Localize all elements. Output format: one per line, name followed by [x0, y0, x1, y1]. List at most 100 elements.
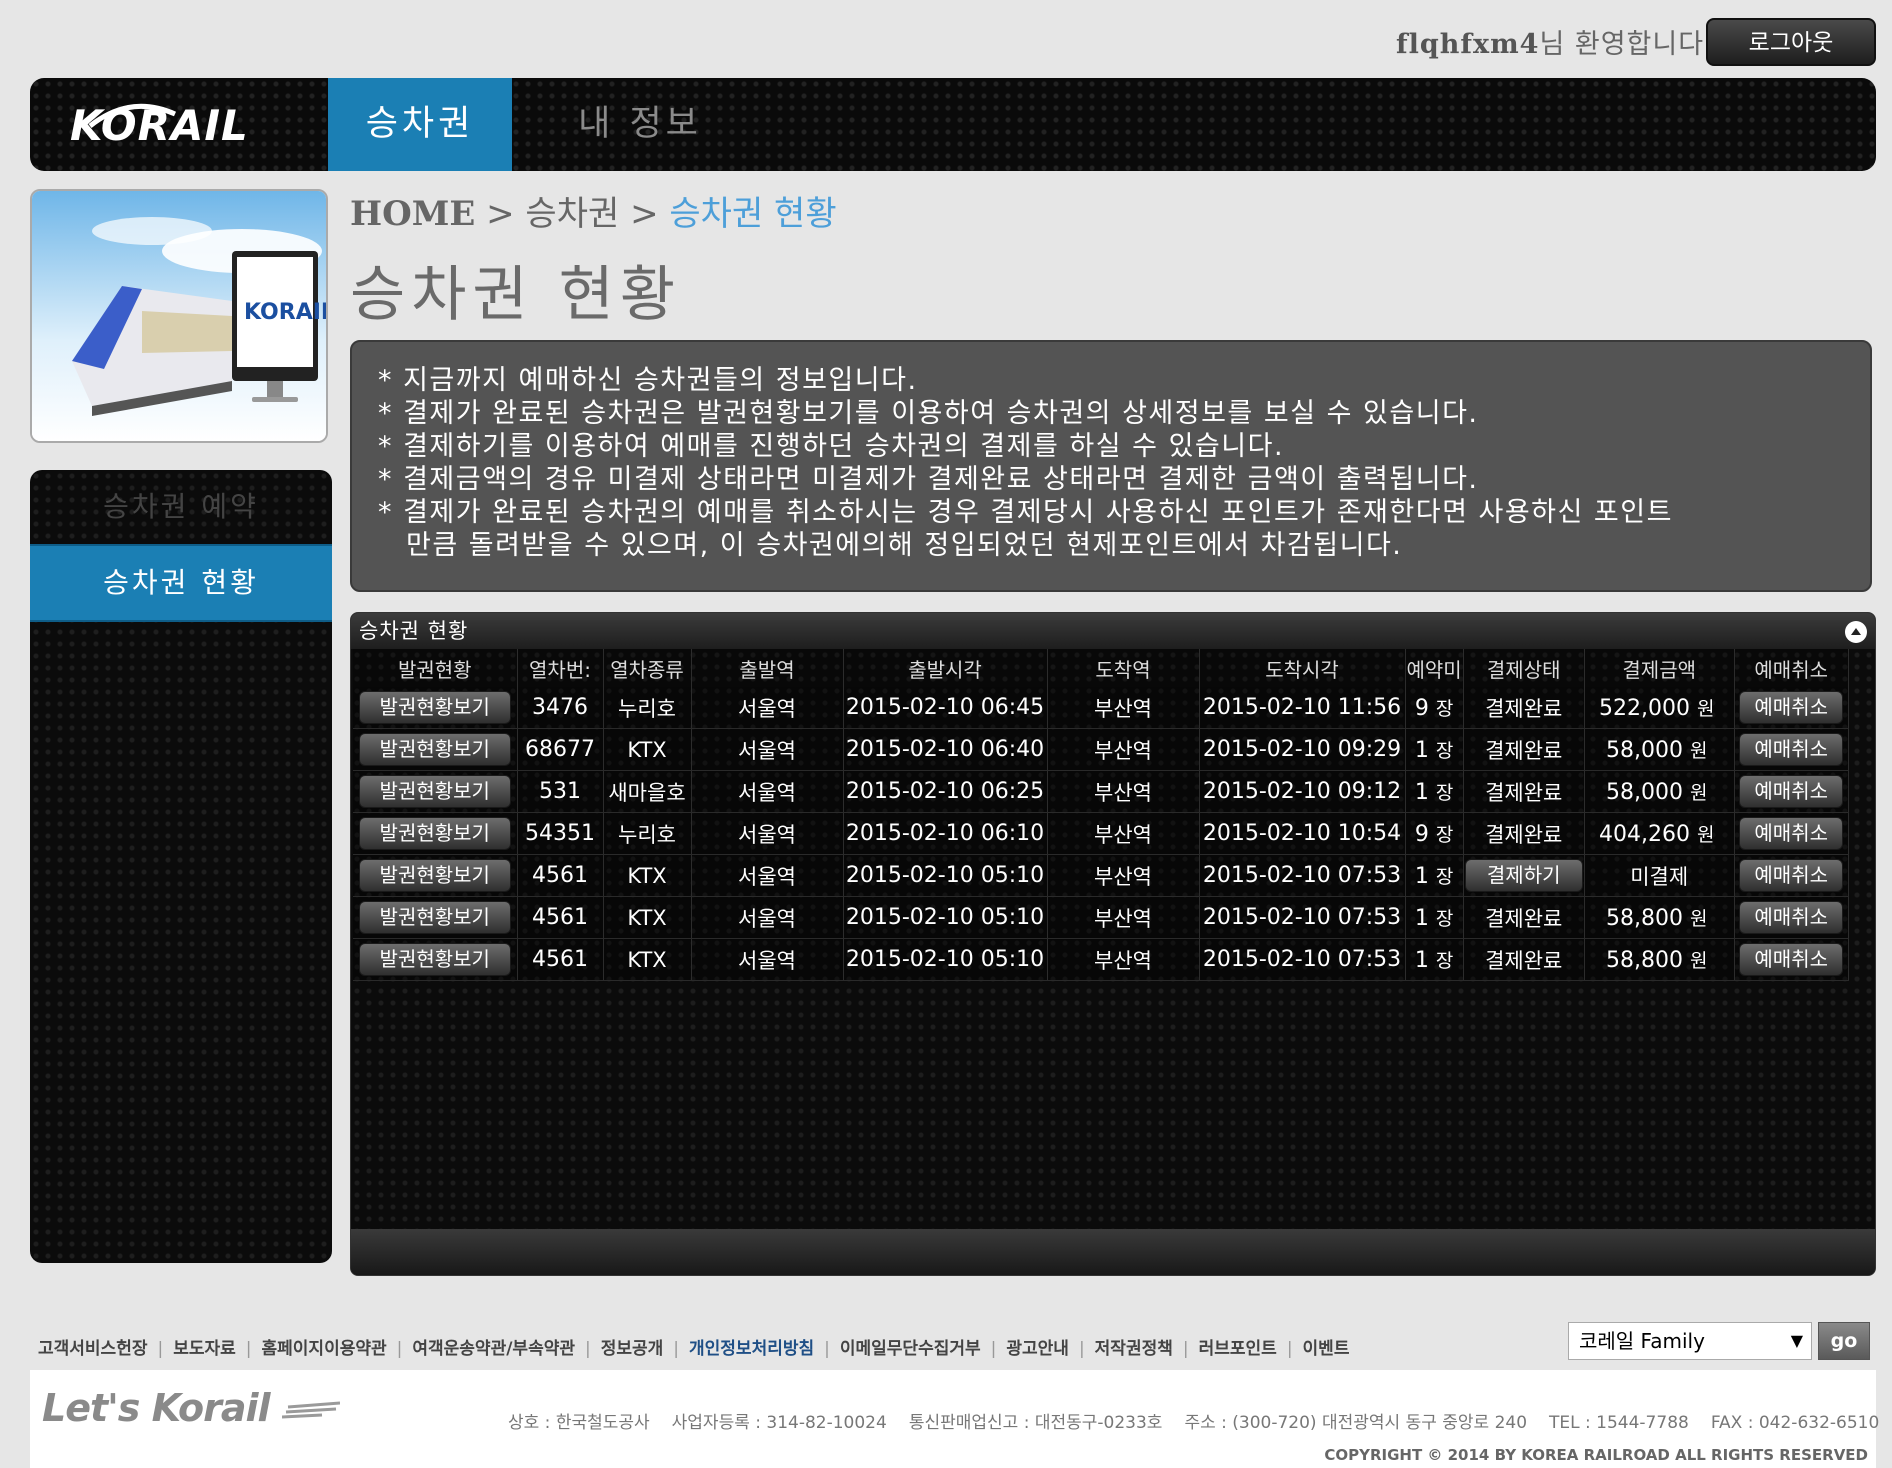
ticket-table: 발권현황 열차번: 열차종류 출발역 출발시각 도착역 도착시각 예약미 결제상… [353, 649, 1849, 981]
breadcrumb-section[interactable]: 승차권 [525, 194, 619, 234]
tab-tickets[interactable]: 승차권 [328, 78, 512, 171]
footer-link[interactable]: 광고안내 [1006, 1339, 1069, 1359]
footer-link[interactable]: 보도자료 [173, 1339, 236, 1359]
train-number: 3476 [517, 687, 604, 729]
monitor-logo-text: KORAIL [244, 300, 326, 325]
corp-info-item: 주소 : (300-720) 대전광역시 동구 중앙로 240 [1184, 1413, 1528, 1433]
view-ticket-button[interactable]: 발권현황보기 [358, 817, 511, 850]
won-unit: 원 [1696, 824, 1715, 846]
table-row: 발권현황보기 54351 누리호 서울역 2015-02-10 06:10 부산역 2015… [353, 812, 1849, 855]
amount-value: 58,000 [1605, 780, 1683, 805]
departure-station: 서울역 [691, 896, 844, 939]
cancel-reservation-button[interactable]: 예매취소 [1739, 691, 1844, 724]
welcome-message: flqhfxm4님 환영합니다. [1396, 22, 1714, 61]
column-header[interactable]: 열차종류 [603, 649, 692, 687]
go-button[interactable]: go [1818, 1322, 1870, 1360]
footer-link[interactable]: 정보공개 [601, 1339, 664, 1359]
departure-station: 서울역 [691, 854, 844, 897]
table-row: 발권현황보기 531 새마을호 서울역 2015-02-10 06:25 부산역 2015-… [353, 770, 1849, 813]
payment-status: 결제완료 [1463, 770, 1585, 813]
footer-separator: | [396, 1339, 403, 1359]
cancel-reservation-button[interactable]: 예매취소 [1739, 859, 1844, 892]
footer-link[interactable]: 이메일무단수집거부 [840, 1339, 981, 1359]
column-header[interactable]: 결제금액 [1584, 649, 1735, 687]
footer-info: Let's Korail 상호 : 한국철도공사 사업자등록 : 314-82-1… [30, 1370, 1879, 1468]
footer-link[interactable]: 고객서비스헌장 [38, 1339, 147, 1359]
column-header[interactable]: 출발시각 [843, 649, 1048, 687]
payment-amount: 58,000 원 [1584, 770, 1735, 813]
payment-status: 결제완료 [1463, 812, 1585, 855]
payment-status: 결제완료 [1463, 687, 1585, 729]
footer-link[interactable]: 여객운송약관/부속약관 [412, 1339, 575, 1359]
train-type: KTX [603, 896, 692, 939]
seat-count: 1 장 [1405, 770, 1464, 813]
table-row: 발권현황보기 4561 KTX 서울역 2015-02-10 05:10 부산역 2015-… [353, 896, 1849, 939]
sidebar-item-reserve[interactable]: 승차권 예약 [30, 470, 332, 544]
cancel-cell: 예매취소 [1734, 938, 1849, 981]
column-header[interactable]: 결제상태 [1463, 649, 1585, 687]
footer-link[interactable]: 홈페이지이용약관 [262, 1339, 387, 1359]
view-ticket-button[interactable]: 발권현황보기 [358, 859, 511, 892]
cancel-reservation-button[interactable]: 예매취소 [1739, 943, 1844, 976]
table-row: 발권현황보기 3476 누리호 서울역 2015-02-10 06:45 부산역 2015-… [353, 687, 1849, 729]
info-line: * 지금까지 예매하신 승차권들의 정보입니다. [378, 365, 918, 396]
footer-link[interactable]: 이벤트 [1303, 1339, 1350, 1359]
footer-link[interactable]: 개인정보처리방침 [689, 1339, 814, 1359]
cancel-reservation-button[interactable]: 예매취소 [1739, 733, 1844, 766]
cancel-reservation-button[interactable]: 예매취소 [1739, 817, 1844, 850]
column-header[interactable]: 예약미 [1405, 649, 1464, 687]
payment-status: 결제완료 [1463, 896, 1585, 939]
view-ticket-button[interactable]: 발권현황보기 [358, 943, 511, 976]
pay-button[interactable]: 결제하기 [1464, 859, 1583, 892]
table-row: 발권현황보기 4561 KTX 서울역 2015-02-10 05:10 부산역 2015-… [353, 938, 1849, 981]
arrival-station: 부산역 [1047, 728, 1200, 771]
corp-info-item: 통신판매업신고 : 대전동구-0233호 [908, 1413, 1163, 1433]
cancel-cell: 예매취소 [1734, 854, 1849, 897]
breadcrumb-separator: > [486, 194, 515, 234]
username: flqhfxm4 [1396, 29, 1540, 60]
korail-logo[interactable]: KORAIL [70, 96, 290, 156]
seat-count-value: 9 [1414, 822, 1429, 847]
ticket-view-cell: 발권현황보기 [353, 938, 518, 981]
corp-info-item: TEL : 1544-7788 [1549, 1413, 1689, 1433]
corp-info-item: FAX : 042-632-6510 [1710, 1413, 1880, 1433]
column-header[interactable]: 도착시각 [1199, 649, 1406, 687]
corp-info: 상호 : 한국철도공사 사업자등록 : 314-82-10024 통신판매업신고 :… [508, 1408, 1892, 1433]
footer-link[interactable]: 저작권정책 [1095, 1339, 1173, 1359]
view-ticket-button[interactable]: 발권현황보기 [358, 901, 511, 934]
tab-my-info[interactable]: 내 정보 [540, 78, 740, 171]
collapse-icon[interactable] [1845, 621, 1867, 643]
column-header[interactable]: 도착역 [1047, 649, 1200, 687]
view-ticket-button[interactable]: 발권현황보기 [358, 775, 511, 808]
info-line: * 결제가 완료된 승차권의 예매를 취소하시는 경우 결제당시 사용하신 포인… [378, 497, 1673, 528]
ticket-view-cell: 발권현황보기 [353, 854, 518, 897]
seat-unit: 장 [1435, 866, 1454, 888]
cancel-reservation-button[interactable]: 예매취소 [1739, 775, 1844, 808]
payment-amount: 404,260 원 [1584, 812, 1735, 855]
footer-separator: | [157, 1339, 164, 1359]
column-header[interactable]: 열차번: [517, 649, 604, 687]
page-title: 승차권 현황 [350, 260, 682, 330]
view-ticket-button[interactable]: 발권현황보기 [358, 733, 511, 766]
view-ticket-button[interactable]: 발권현황보기 [358, 691, 511, 724]
column-header[interactable]: 예매취소 [1734, 649, 1849, 687]
train-number: 54351 [517, 812, 604, 855]
sidebar-item-status[interactable]: 승차권 현황 [30, 544, 332, 622]
seat-count-value: 1 [1414, 906, 1429, 931]
column-header[interactable]: 발권현황 [353, 649, 518, 687]
seat-count-value: 1 [1414, 948, 1429, 973]
departure-time: 2015-02-10 05:10 [843, 896, 1048, 939]
family-site-select[interactable]: 코레일 Family ▼ [1568, 1322, 1812, 1360]
arrival-time: 2015-02-10 10:54 [1199, 812, 1406, 855]
footer-separator: | [990, 1339, 997, 1359]
cancel-reservation-button[interactable]: 예매취소 [1739, 901, 1844, 934]
breadcrumb-home[interactable]: HOME [350, 194, 475, 234]
column-header[interactable]: 출발역 [691, 649, 844, 687]
seat-unit: 장 [1435, 908, 1454, 930]
departure-station: 서울역 [691, 687, 844, 729]
logout-button[interactable]: 로그아웃 [1706, 18, 1876, 66]
arrival-time: 2015-02-10 09:29 [1199, 728, 1406, 771]
footer-link[interactable]: 러브포인트 [1199, 1339, 1277, 1359]
amount-value: 58,800 [1605, 948, 1683, 973]
seat-unit: 장 [1435, 698, 1454, 720]
